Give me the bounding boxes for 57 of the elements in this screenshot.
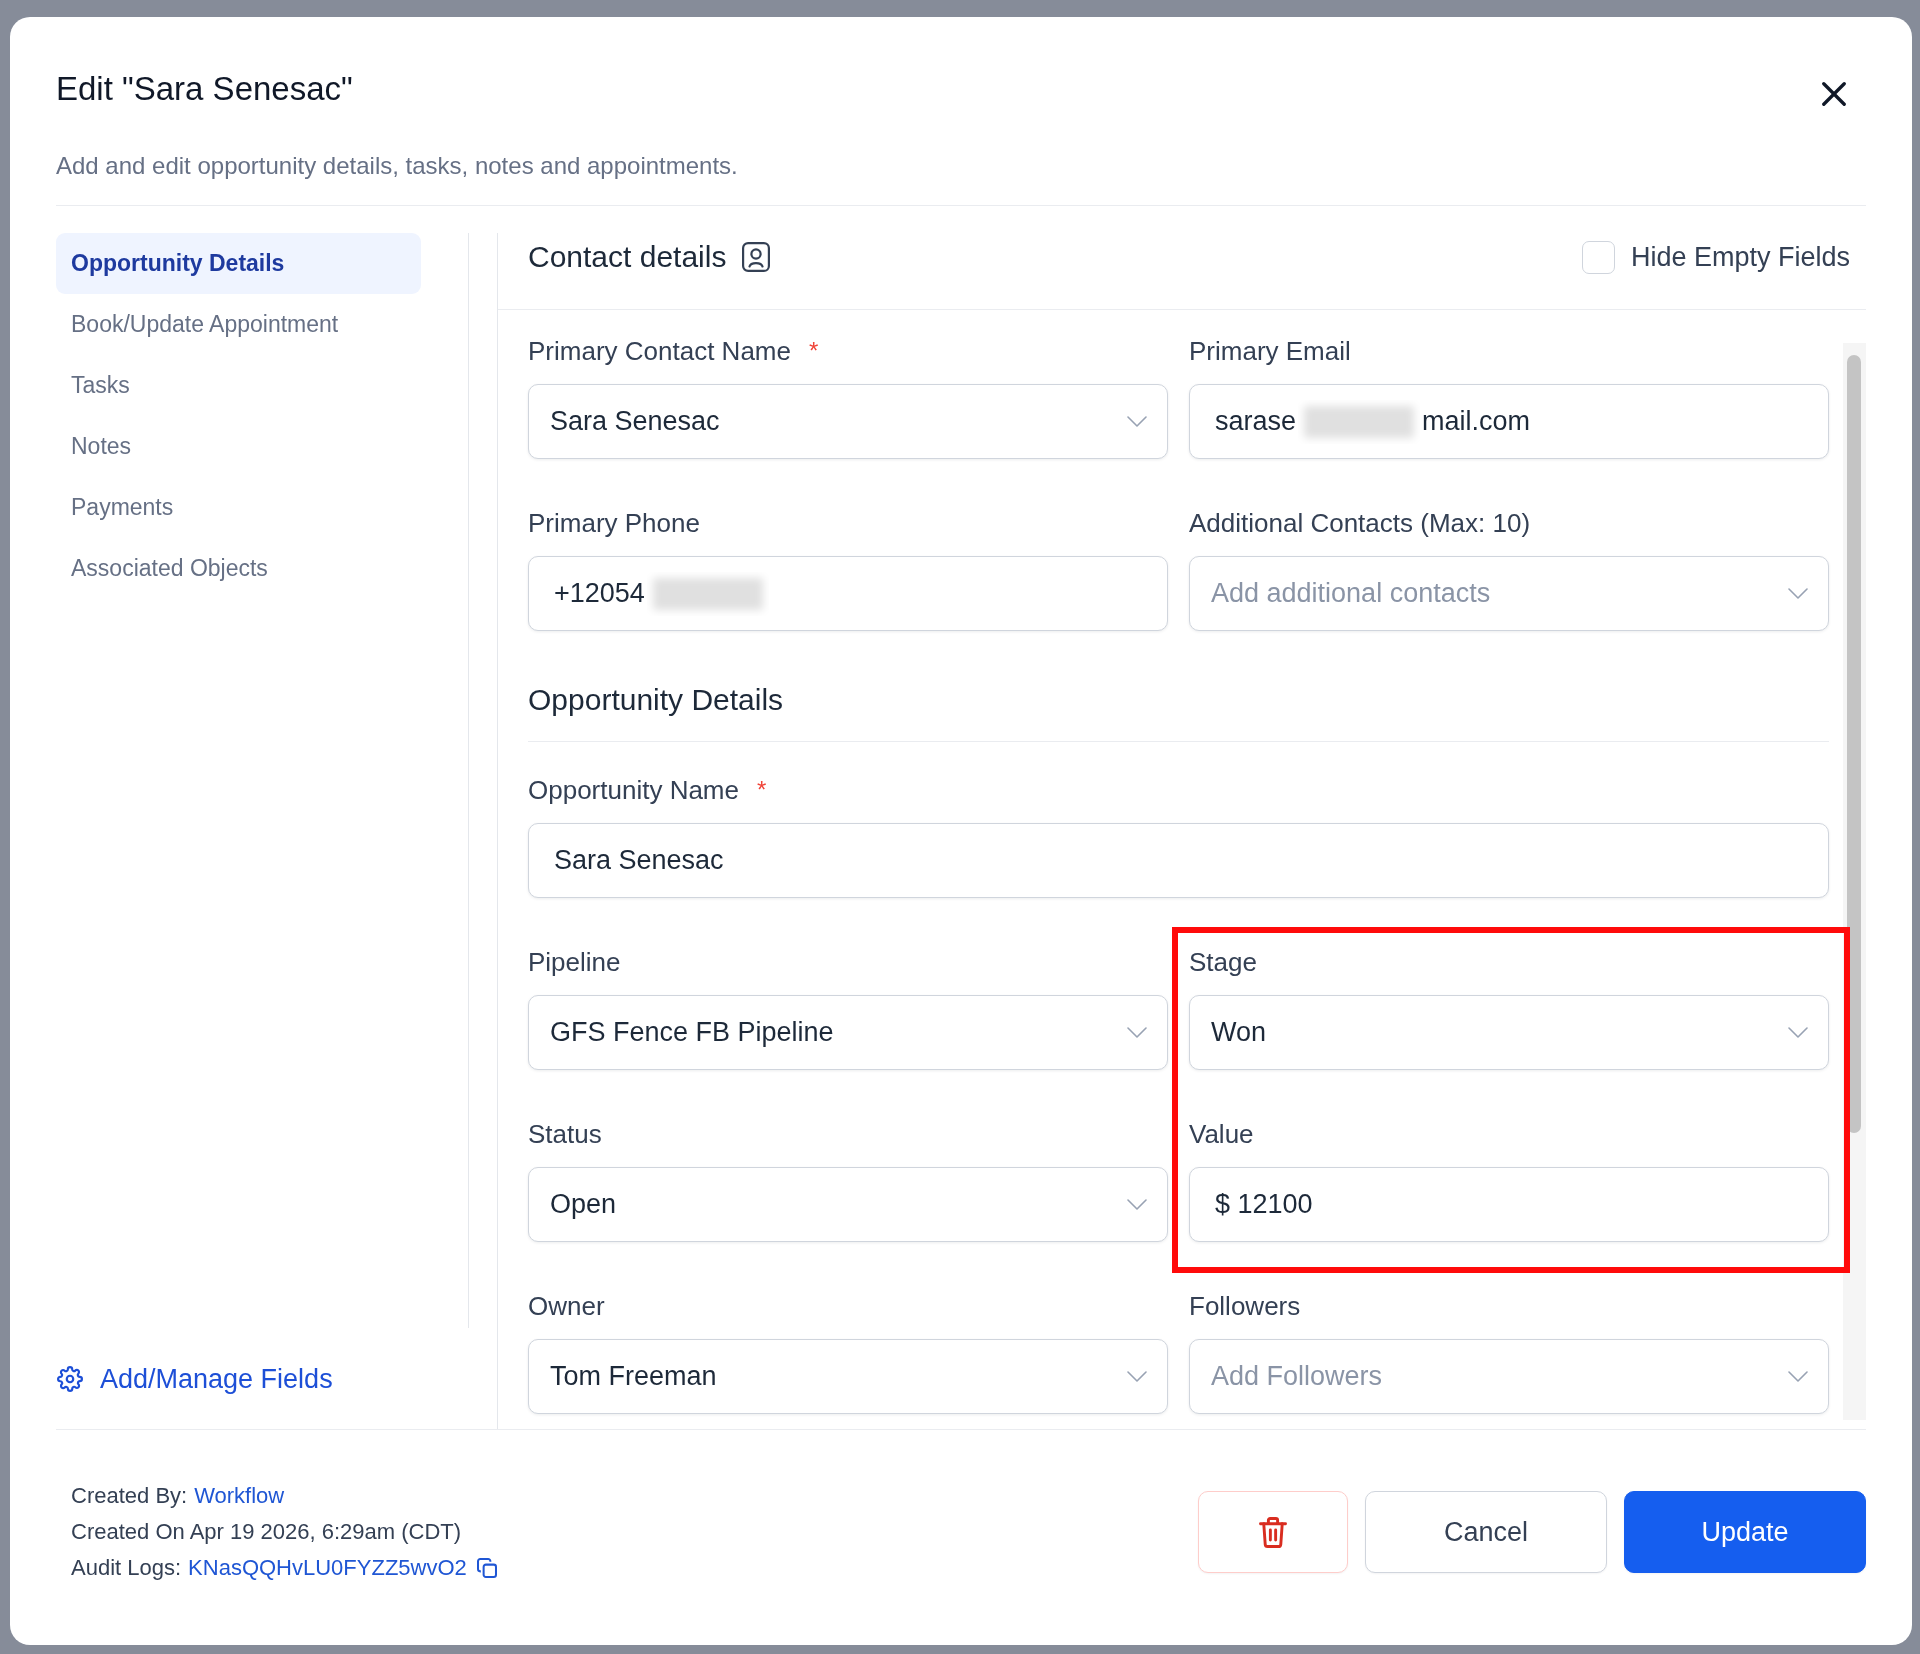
field-label: Additional Contacts (Max: 10) bbox=[1189, 508, 1531, 538]
field-label: Primary Contact Name bbox=[528, 336, 791, 366]
text-field[interactable]: +12054 bbox=[528, 556, 1168, 631]
sidebar-item[interactable]: Tasks bbox=[56, 355, 421, 416]
cancel-button[interactable]: Cancel bbox=[1365, 1491, 1607, 1573]
field-label: Pipeline bbox=[528, 947, 621, 977]
field-label: Owner bbox=[528, 1291, 605, 1321]
field-label: Primary Phone bbox=[528, 508, 700, 538]
chevron-down-icon bbox=[1127, 1199, 1147, 1210]
field-label: Primary Email bbox=[1189, 336, 1351, 366]
update-button[interactable]: Update bbox=[1624, 1491, 1866, 1573]
sidebar-item[interactable]: Notes bbox=[56, 416, 421, 477]
sidebar-item[interactable]: Payments bbox=[56, 477, 421, 538]
gear-icon bbox=[57, 1365, 83, 1392]
scrollbar-thumb[interactable] bbox=[1847, 355, 1861, 1133]
trash-icon bbox=[1259, 1516, 1287, 1548]
sidebar-item[interactable]: Opportunity Details bbox=[56, 233, 421, 294]
sidebar-item[interactable]: Associated Objects bbox=[56, 538, 421, 599]
meta-text: Created By: bbox=[71, 1483, 188, 1509]
dropdown-field[interactable]: Sara Senesac bbox=[528, 384, 1168, 459]
chevron-down-icon bbox=[1127, 1371, 1147, 1382]
text-link[interactable]: Workflow bbox=[194, 1483, 285, 1509]
field-label: Stage bbox=[1189, 947, 1257, 977]
field-label: Opportunity Name bbox=[528, 775, 739, 805]
sidebar-item[interactable]: Book/Update Appointment bbox=[56, 294, 421, 355]
dropdown-field[interactable]: Won bbox=[1189, 995, 1829, 1070]
meta-text: Created On Apr 19 2026, 6:29am (CDT) bbox=[71, 1519, 462, 1545]
required-asterisk: * bbox=[757, 775, 767, 805]
close-icon[interactable] bbox=[1822, 82, 1846, 106]
chevron-down-icon bbox=[1127, 1027, 1147, 1038]
copy-icon[interactable] bbox=[476, 1558, 497, 1578]
dropdown-field[interactable]: GFS Fence FB Pipeline bbox=[528, 995, 1168, 1070]
field-label: Status bbox=[528, 1119, 602, 1149]
section-heading: Opportunity Details bbox=[528, 683, 784, 717]
chevron-down-icon bbox=[1788, 1027, 1808, 1038]
text-link[interactable]: KNasQQHvLU0FYZZ5wvO2 bbox=[188, 1555, 467, 1581]
checkbox[interactable] bbox=[1581, 240, 1615, 274]
checkbox-label[interactable]: Hide Empty Fields bbox=[1630, 241, 1850, 273]
field-label: Value bbox=[1189, 1119, 1254, 1149]
person-card-icon bbox=[742, 242, 771, 272]
dropdown-field[interactable]: Tom Freeman bbox=[528, 1339, 1168, 1414]
chevron-down-icon bbox=[1127, 416, 1147, 427]
chevron-down-icon bbox=[1788, 588, 1808, 599]
meta-text: Audit Logs: bbox=[71, 1555, 182, 1581]
chevron-down-icon bbox=[1788, 1371, 1808, 1382]
text-field[interactable]: sarase mail.com bbox=[1189, 384, 1829, 459]
section-title: Contact details bbox=[528, 241, 727, 273]
field-label: Followers bbox=[1189, 1291, 1301, 1321]
delete-button[interactable] bbox=[1198, 1491, 1348, 1573]
scrollbar-track[interactable] bbox=[1843, 343, 1866, 1420]
manage-fields-link[interactable]: Add/Manage Fields bbox=[57, 1362, 333, 1395]
text-field[interactable]: $ 12100 bbox=[1189, 1167, 1829, 1242]
text-field[interactable]: Sara Senesac bbox=[528, 823, 1829, 898]
required-asterisk: * bbox=[808, 336, 819, 366]
dialog-subtitle: Add and edit opportunity details, tasks, notes and appointments. bbox=[56, 151, 738, 181]
dropdown-field[interactable]: Open bbox=[528, 1167, 1168, 1242]
dialog-title: Edit "Sara Senesac" bbox=[56, 71, 353, 107]
